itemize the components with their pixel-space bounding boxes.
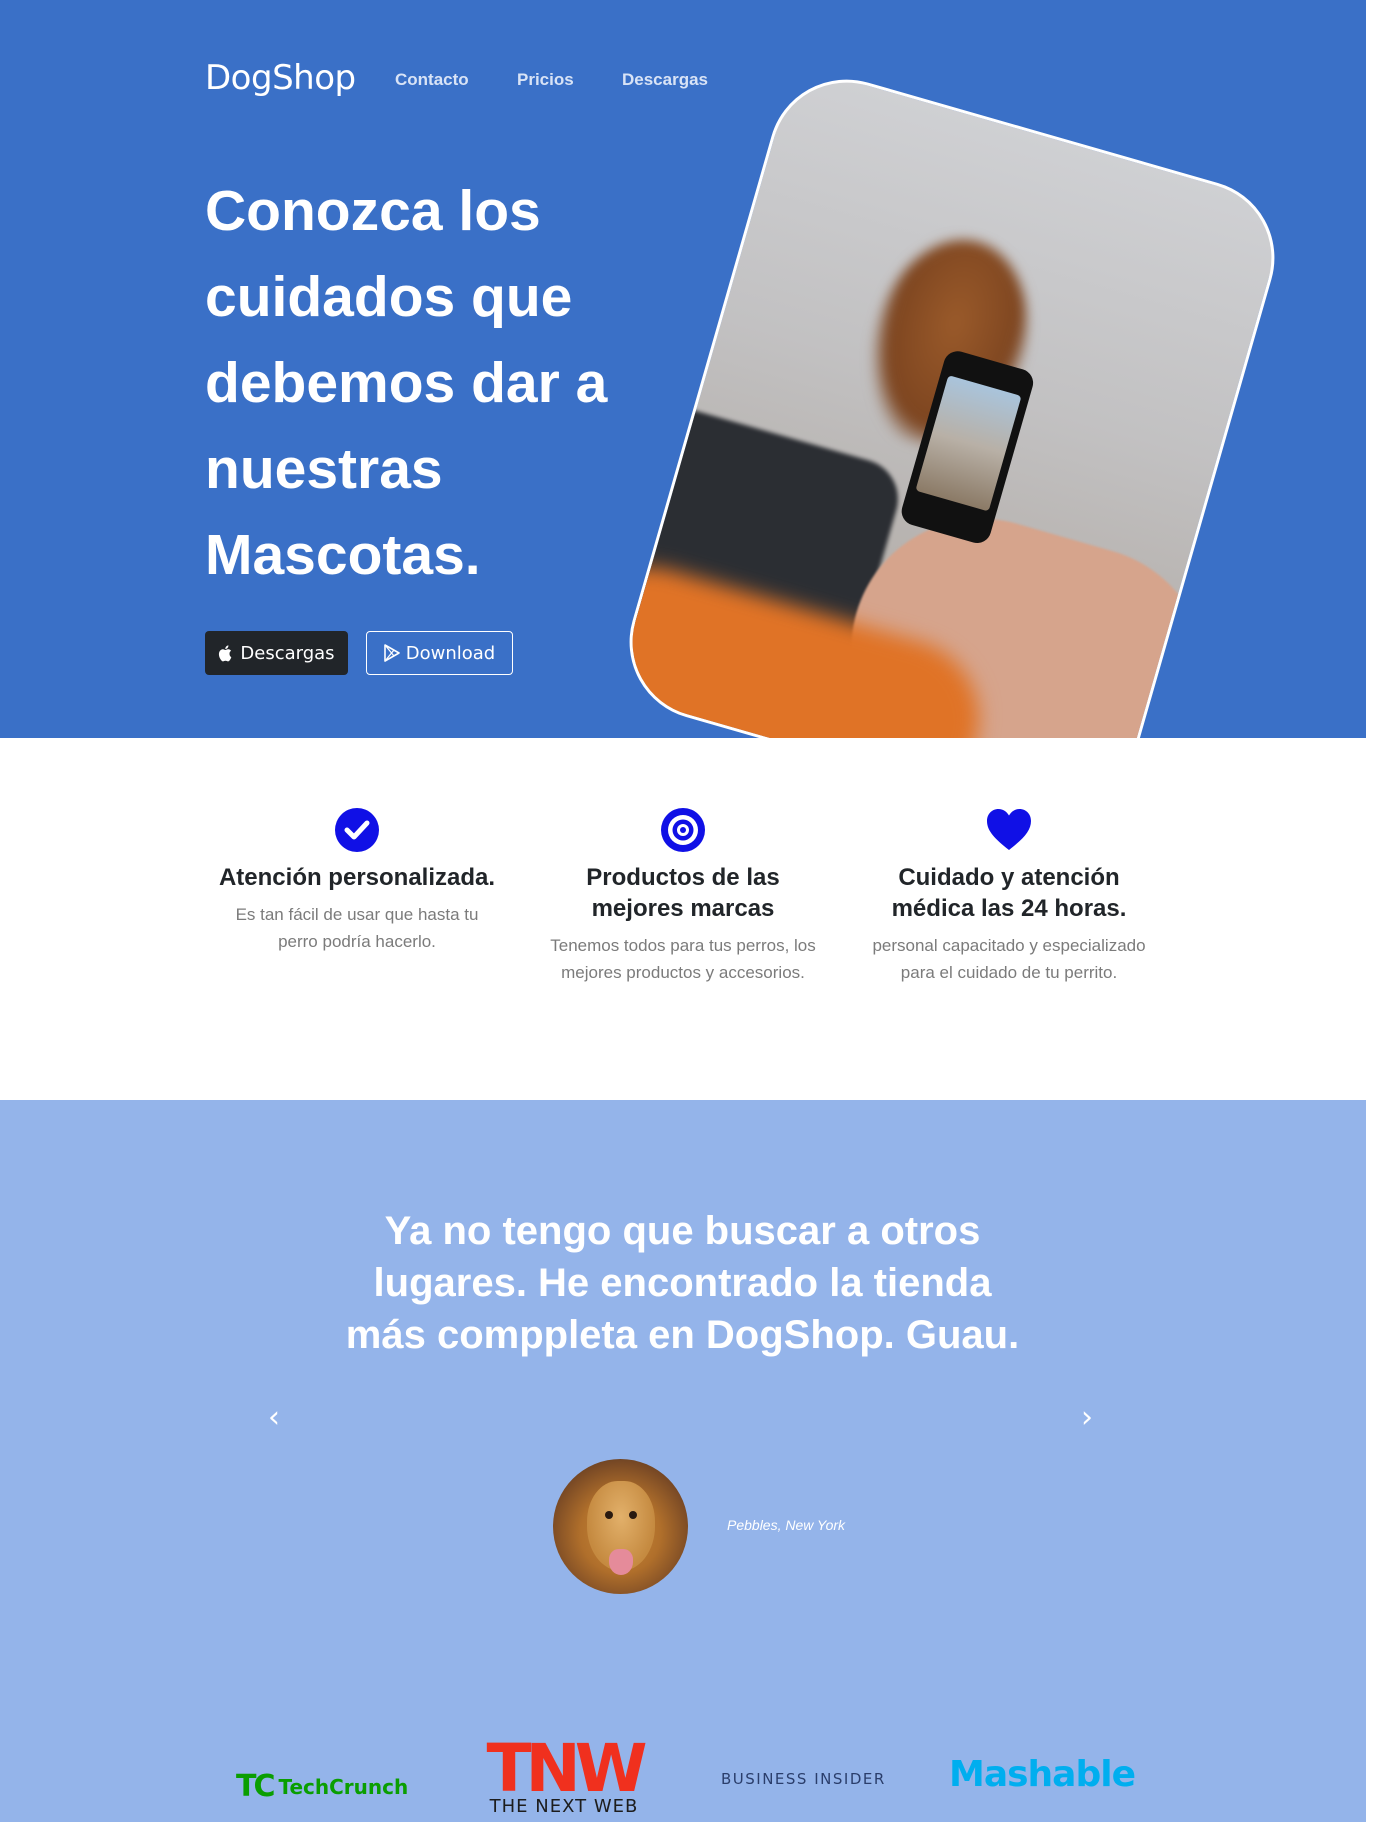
- apple-icon: [219, 645, 232, 662]
- feature-title: Atención personalizada.: [218, 864, 496, 891]
- hero-section: DogShop Contacto Pricios Descargas Conoz…: [0, 0, 1366, 738]
- techcrunch-logo[interactable]: TC TechCrunch: [236, 1769, 408, 1804]
- feature-medical: Cuidado y atención médica las 24 horas. …: [869, 806, 1149, 986]
- apple-download-button[interactable]: Descargas: [205, 631, 348, 675]
- nav-descargas[interactable]: Descargas: [622, 70, 708, 90]
- feature-text: Es tan fácil de usar que hasta tu perro …: [235, 905, 479, 951]
- feature-text: Tenemos todos para tus perros, los mejor…: [550, 936, 816, 982]
- nav-pricios[interactable]: Pricios: [517, 70, 574, 90]
- testimonial-author: Pebbles, New York: [727, 1517, 846, 1533]
- feature-title: Productos de las mejores marcas: [586, 864, 780, 922]
- carousel-prev-icon[interactable]: ‹: [268, 1400, 280, 1435]
- feature-title: Cuidado y atención médica las 24 horas.: [891, 864, 1127, 922]
- hero-photo: [611, 61, 1293, 738]
- techcrunch-name: TechCrunch: [278, 1774, 409, 1799]
- carousel-next-icon[interactable]: ›: [1081, 1400, 1093, 1435]
- play-download-button[interactable]: Download: [366, 631, 513, 675]
- heart-icon: [987, 809, 1031, 850]
- nav-contacto[interactable]: Contacto: [395, 70, 469, 90]
- tnw-mark: TNW: [486, 1730, 647, 1807]
- hero-title: Conozca los cuidados que debemos dar a n…: [205, 179, 608, 587]
- business-insider-logo[interactable]: BUSINESS INSIDER: [721, 1770, 886, 1788]
- testimonial-quote: Ya no tengo que buscar a otros lugares. …: [345, 1209, 1020, 1357]
- feature-text: personal capacitado y especializado para…: [872, 936, 1146, 982]
- check-circle-icon: [335, 808, 379, 852]
- target-icon: [661, 808, 705, 852]
- feature-attention: Atención personalizada. Es tan fácil de …: [217, 806, 497, 955]
- tnw-name: THE NEXT WEB: [489, 1796, 639, 1817]
- apple-button-label: Descargas: [240, 642, 335, 664]
- brand-logo[interactable]: DogShop: [205, 58, 356, 98]
- feature-products: Productos de las mejores marcas Tenemos …: [543, 806, 823, 986]
- mashable-logo[interactable]: Mashable: [949, 1754, 1136, 1795]
- tnw-logo[interactable]: TNW THE NEXT WEB: [474, 1730, 654, 1818]
- avatar: [553, 1459, 688, 1594]
- play-store-icon: [383, 644, 400, 662]
- techcrunch-mark: TC: [236, 1769, 276, 1804]
- testimonial-section: Ya no tengo que buscar a otros lugares. …: [0, 1100, 1366, 1822]
- play-button-label: Download: [405, 642, 496, 664]
